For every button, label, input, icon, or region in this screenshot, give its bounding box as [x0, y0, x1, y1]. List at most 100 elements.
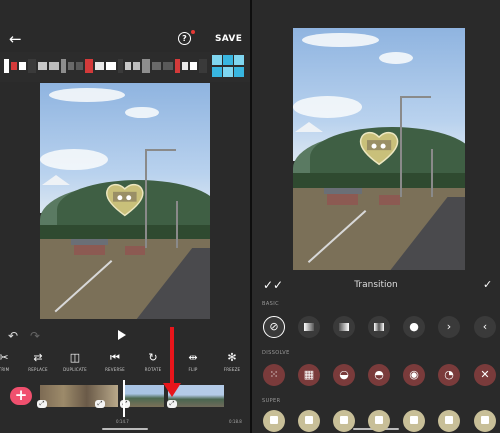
pixel-block	[28, 59, 36, 73]
annotation-arrow	[170, 327, 174, 387]
tool-label: REVERSE	[105, 367, 125, 372]
timecode-current: 0:14.7	[116, 419, 129, 424]
pixel-block	[223, 67, 233, 77]
cloud	[293, 95, 362, 118]
pixel-block	[4, 59, 9, 73]
video-preview[interactable]	[40, 83, 210, 319]
tool-rotate-button[interactable]: ↻ ROTATE	[135, 352, 171, 373]
transition-dots-button[interactable]: ⁙	[263, 364, 285, 386]
tool-label: TRIM	[0, 367, 10, 372]
tool-flip-button[interactable]: ⇹ FLIP	[175, 352, 211, 373]
check-icon[interactable]: ✓	[483, 278, 492, 291]
super-swatch	[305, 416, 313, 424]
tool-trim-button[interactable]: ✂ TRIM	[0, 352, 22, 373]
undo-icon[interactable]: ↶	[8, 329, 18, 343]
transition-dissolve-4-button[interactable]: ◓	[368, 364, 390, 386]
house	[327, 192, 359, 205]
duplicate-icon: ◫	[69, 351, 81, 364]
play-icon[interactable]	[118, 330, 126, 340]
timeline[interactable]: + ⤢ ⤢ ⤢ ⤢	[0, 385, 250, 411]
pixel-block	[118, 59, 123, 73]
transition-super-6-button[interactable]	[438, 410, 460, 432]
home-indicator	[102, 428, 148, 430]
circle-icon: ●	[409, 320, 419, 333]
transition-chevron-left-button[interactable]: ‹	[474, 316, 496, 338]
transition-marker[interactable]: ⤢	[95, 400, 105, 408]
pixel-block	[212, 55, 222, 65]
house	[125, 245, 146, 256]
section-basic-label: BASIC	[262, 301, 279, 307]
transition-fade-right-button[interactable]	[333, 316, 355, 338]
fade-right-icon	[333, 316, 355, 338]
transition-marker[interactable]: ⤢	[120, 400, 130, 408]
transition-grid-button[interactable]: ▦	[298, 364, 320, 386]
transition-dissolve-5-button[interactable]: ◉	[403, 364, 425, 386]
pixel-block	[11, 62, 17, 70]
save-button[interactable]: SAVE	[215, 34, 242, 44]
transition-super-4-button[interactable]	[368, 410, 390, 432]
grid-icon: ▦	[303, 368, 315, 381]
tool-label: REPLACE	[28, 367, 48, 372]
transition-chevron-right-button[interactable]: ›	[438, 316, 460, 338]
super-swatch	[340, 416, 348, 424]
roof	[323, 187, 362, 194]
transition-dissolve-6-button[interactable]: ◔	[438, 364, 460, 386]
roof	[70, 238, 108, 245]
heart-overlay	[106, 184, 144, 217]
transition-fade-left-button[interactable]	[298, 316, 320, 338]
pixel-block	[212, 67, 222, 77]
add-clip-button[interactable]: +	[10, 387, 32, 405]
tool-label: FLIP	[188, 367, 198, 372]
tool-duplicate-button[interactable]: ◫ DUPLICATE	[57, 351, 93, 373]
super-4-icon	[368, 410, 390, 432]
tool-replace-button[interactable]: ⇄ REPLACE	[20, 351, 56, 373]
cloud	[48, 87, 125, 102]
transition-super-5-button[interactable]	[403, 410, 425, 432]
super-swatch	[481, 416, 489, 424]
pixel-block	[68, 62, 74, 70]
transition-header: ✓✓ Transition ✓	[252, 275, 500, 295]
super-1-icon	[263, 410, 285, 432]
playhead[interactable]	[123, 380, 125, 417]
transition-dissolve-3-button[interactable]: ◒	[333, 364, 355, 386]
transition-none-button[interactable]: ⊘	[263, 316, 285, 338]
transition-super-3-button[interactable]	[333, 410, 355, 432]
annotation-arrow-head	[163, 383, 181, 397]
tool-label: ROTATE	[144, 367, 162, 372]
transition-super-2-button[interactable]	[298, 410, 320, 432]
super-3-icon	[333, 410, 355, 432]
transition-dissolve-7-button[interactable]: ✕	[474, 364, 496, 386]
gradient-swatch	[304, 323, 314, 331]
transition-super-7-button[interactable]	[474, 410, 496, 432]
tool-freeze-button[interactable]: ✻ FREEZE	[214, 351, 250, 373]
redo-icon: ↷	[30, 329, 41, 343]
super-swatch	[445, 416, 453, 424]
arrow-left-icon[interactable]: ←	[9, 32, 22, 47]
fade-center-icon	[368, 316, 390, 338]
pixel-block	[199, 59, 207, 73]
pixel-block	[19, 62, 26, 70]
transition-circle-button[interactable]: ●	[403, 316, 425, 338]
tool-reverse-button[interactable]: ⏮ REVERSE	[97, 352, 133, 373]
dots-icon: ⁙	[269, 368, 279, 381]
notification-dot	[191, 30, 195, 34]
pixel-block	[223, 55, 233, 65]
pixel-block	[142, 59, 150, 73]
section-super-label: SUPER	[262, 398, 281, 404]
timecode-total: 0:18.8	[229, 419, 242, 424]
pixel-block	[152, 62, 161, 70]
transition-fade-center-button[interactable]	[368, 316, 390, 338]
timeline-clip[interactable]	[40, 385, 118, 407]
replace-icon: ⇄	[33, 351, 43, 364]
dissolve-4-icon: ◓	[374, 368, 384, 381]
transition-super-1-button[interactable]	[263, 410, 285, 432]
timeline-clip[interactable]	[124, 385, 164, 407]
transition-marker[interactable]: ⤢	[167, 400, 177, 408]
help-circle-icon[interactable]: ?	[178, 32, 191, 45]
video-preview[interactable]	[293, 28, 465, 270]
panel-title: Transition	[354, 280, 398, 290]
transition-marker[interactable]: ⤢	[37, 400, 47, 408]
freeze-icon: ✻	[227, 351, 237, 364]
dissolve-3-icon: ◒	[339, 368, 349, 381]
gradient-swatch	[374, 323, 384, 331]
